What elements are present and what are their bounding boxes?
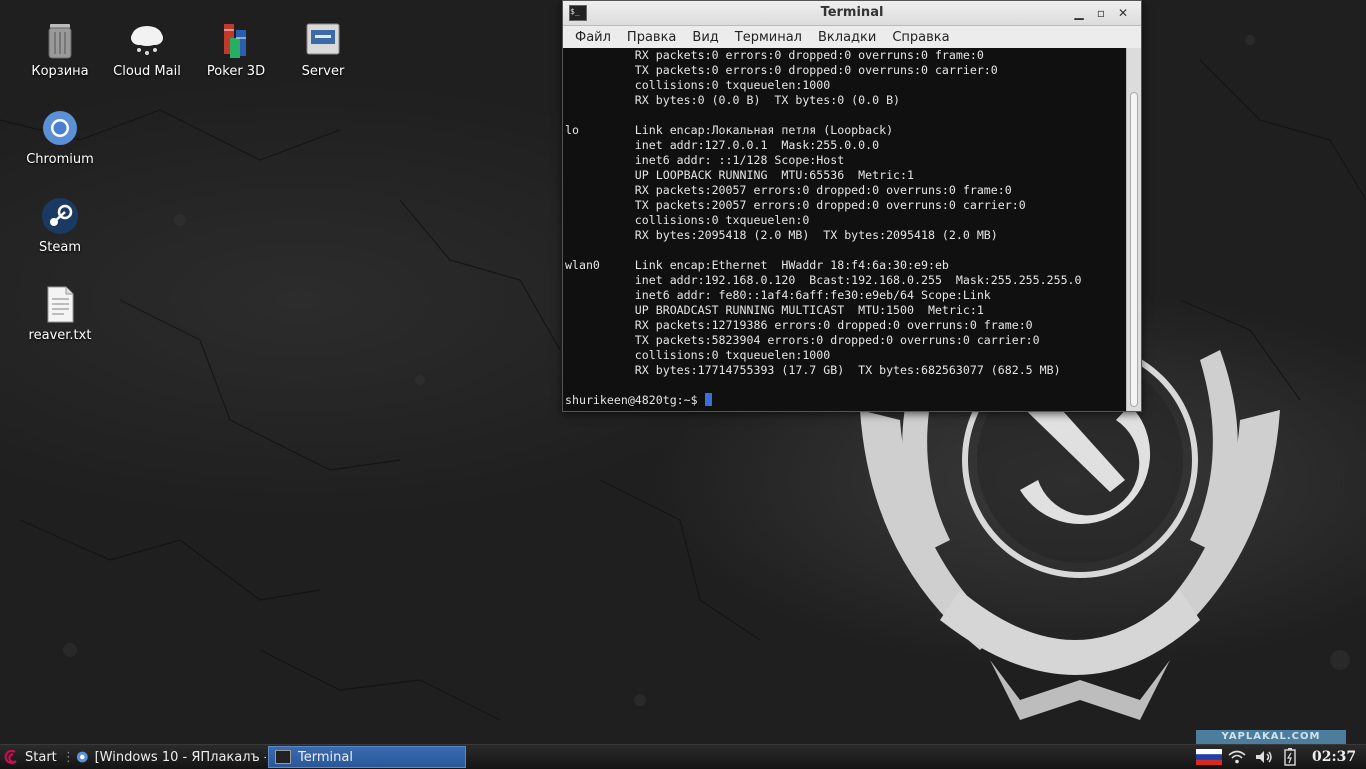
menu-edit[interactable]: Правка: [619, 30, 684, 45]
desktop-icon-chromium[interactable]: Chromium: [15, 108, 105, 167]
desktop-icon-label: Cloud Mail: [113, 64, 181, 79]
text-cursor: [704, 393, 712, 406]
task-label: Terminal: [298, 749, 353, 765]
task-label: [Windows 10 - ЯПлакалъ - ...: [94, 749, 266, 765]
terminal-line: TX packets:20057 errors:0 dropped:0 over…: [565, 198, 1026, 212]
desktop-icon-reaver-txt[interactable]: reaver.txt: [15, 284, 105, 343]
server-icon: [303, 20, 343, 60]
start-button[interactable]: Start: [4, 745, 57, 769]
terminal-window[interactable]: $_ Terminal ▁ ▫ ✕ Файл Правка Вид Термин…: [562, 0, 1142, 412]
watermark: YAPLAKAL.COM: [1196, 730, 1346, 744]
desktop-icon-label: Poker 3D: [206, 64, 266, 79]
terminal-output[interactable]: RX packets:0 errors:0 dropped:0 overruns…: [563, 48, 1127, 411]
start-label: Start: [25, 749, 57, 765]
minimize-button[interactable]: ▁: [1071, 5, 1087, 21]
taskbar-task-browser[interactable]: [Windows 10 - ЯПлакалъ - ...: [70, 746, 266, 768]
volume-icon[interactable]: [1254, 745, 1274, 769]
maximize-button[interactable]: ▫: [1093, 5, 1109, 21]
terminal-line: RX bytes:2095418 (2.0 MB) TX bytes:20954…: [565, 228, 998, 242]
menu-tabs[interactable]: Вкладки: [810, 30, 884, 45]
poker-chips-icon: [216, 20, 256, 60]
language-flag-icon[interactable]: [1196, 745, 1222, 769]
shell-prompt: shurikeen@4820tg:~$: [565, 393, 705, 407]
text-file-icon: [40, 284, 80, 324]
wifi-icon[interactable]: [1228, 745, 1246, 769]
close-button[interactable]: ✕: [1115, 5, 1131, 21]
terminal-prompt-line: shurikeen@4820tg:~$: [565, 393, 1127, 408]
desktop-icon-label: Server: [301, 64, 345, 79]
desktop-icon-server[interactable]: Server: [278, 20, 368, 79]
terminal-line: collisions:0 txqueuelen:0: [565, 213, 810, 227]
window-title: Terminal: [820, 5, 884, 20]
chromium-icon: [40, 108, 80, 148]
clock[interactable]: 02:37: [1312, 745, 1356, 769]
trash-icon: [40, 20, 80, 60]
cloud-icon: [127, 20, 167, 60]
desktop-icon-label: Корзина: [31, 64, 89, 79]
terminal-line: collisions:0 txqueuelen:1000: [565, 348, 831, 362]
terminal-line: UP BROADCAST RUNNING MULTICAST MTU:1500 …: [565, 303, 984, 317]
terminal-line: inet6 addr: ::1/128 Scope:Host: [565, 153, 845, 167]
debian-swirl-icon: [4, 749, 17, 764]
menu-view[interactable]: Вид: [684, 30, 726, 45]
menu-terminal[interactable]: Терминал: [727, 30, 810, 45]
desktop-icon-cloud-mail[interactable]: Cloud Mail: [102, 20, 192, 79]
desktop-icon-label: Steam: [39, 240, 81, 255]
terminal-line: wlan0 Link encap:Ethernet HWaddr 18:f4:6…: [565, 258, 949, 272]
vertical-scrollbar[interactable]: [1126, 48, 1141, 411]
desktop-icon-label: Chromium: [26, 152, 94, 167]
menu-help[interactable]: Справка: [884, 30, 957, 45]
terminal-icon: [275, 750, 291, 764]
taskbar-task-terminal[interactable]: Terminal: [268, 746, 466, 768]
terminal-line: RX bytes:0 (0.0 B) TX bytes:0 (0.0 B): [565, 93, 901, 107]
terminal-line: inet6 addr: fe80::1af4:6aff:fe30:e9eb/64…: [565, 288, 991, 302]
desktop-icon-trash[interactable]: Корзина: [15, 20, 105, 79]
terminal-menubar: Файл Правка Вид Терминал Вкладки Справка: [563, 26, 1141, 49]
menu-file[interactable]: Файл: [567, 30, 619, 45]
terminal-titlebar[interactable]: $_ Terminal ▁ ▫ ✕: [563, 1, 1141, 26]
terminal-line: collisions:0 txqueuelen:1000: [565, 78, 831, 92]
terminal-line: TX packets:0 errors:0 dropped:0 overruns…: [565, 63, 998, 77]
terminal-text: RX packets:0 errors:0 dropped:0 overruns…: [565, 48, 1127, 393]
terminal-line: inet addr:127.0.0.1 Mask:255.0.0.0: [565, 138, 880, 152]
terminal-line: inet addr:192.168.0.120 Bcast:192.168.0.…: [565, 273, 1082, 287]
battery-icon[interactable]: [1284, 745, 1296, 769]
terminal-line: RX packets:12719386 errors:0 dropped:0 o…: [565, 318, 1033, 332]
terminal-line: RX bytes:17714755393 (17.7 GB) TX bytes:…: [565, 363, 1061, 377]
chromium-icon: [76, 751, 88, 763]
desktop-icon-label: reaver.txt: [28, 328, 92, 343]
scrollbar-thumb[interactable]: [1130, 92, 1138, 407]
terminal-line: UP LOOPBACK RUNNING MTU:65536 Metric:1: [565, 168, 915, 182]
taskbar: Start ⋮ [Windows 10 - ЯПлакалъ - ... Ter…: [0, 744, 1366, 769]
terminal-line: RX packets:20057 errors:0 dropped:0 over…: [565, 183, 1012, 197]
terminal-line: lo Link encap:Локальная петля (Loopback): [565, 123, 894, 137]
desktop-icon-poker-3d[interactable]: Poker 3D: [191, 20, 281, 79]
desktop-icon-steam[interactable]: Steam: [15, 196, 105, 255]
terminal-line: RX packets:0 errors:0 dropped:0 overruns…: [565, 48, 984, 62]
steam-icon: [40, 196, 80, 236]
terminal-line: TX packets:5823904 errors:0 dropped:0 ov…: [565, 333, 1040, 347]
